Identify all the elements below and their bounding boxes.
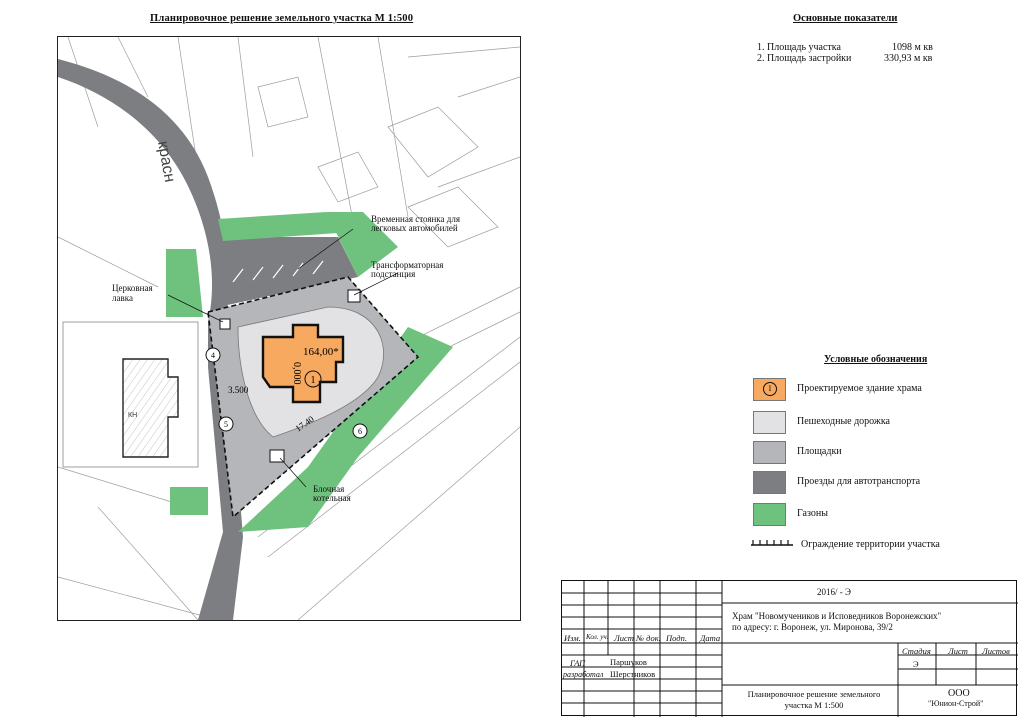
object-address: по адресу: г. Воронеж, ул. Миронова, 39/… xyxy=(732,622,893,632)
role-developer: разработал xyxy=(563,670,604,679)
lawn-north xyxy=(218,212,338,241)
hdr-podp: Подп. xyxy=(666,633,687,643)
hdr-kol: Кол. уч. xyxy=(586,633,609,641)
legend-swatch-roads xyxy=(753,471,786,494)
indicator-building-label: 2. Площадь застройки xyxy=(757,53,852,64)
zero-level-label: 0,000 xyxy=(291,362,302,385)
transformer-label: Трансформаторная подстанция xyxy=(371,260,444,279)
object-name: Храм "Новомучеников и Исповедников Ворон… xyxy=(732,611,942,621)
shop-symbol xyxy=(219,318,231,330)
hdr-sheets: Листов xyxy=(982,646,1010,656)
elevation-label: 164,00* xyxy=(303,346,339,358)
marker-5: 5 xyxy=(224,420,228,429)
legend-swatch-lawns xyxy=(753,503,786,526)
name-developer: Шерстников xyxy=(610,669,656,679)
title-block: 2016/ - Э Храм "Новомучеников и Исповедн… xyxy=(561,580,1018,717)
legend-label-roads: Проезды для автотранспорта xyxy=(797,476,921,487)
dim-left-label: 3.500 xyxy=(228,385,249,395)
indicator-area-label: 1. Площадь участка xyxy=(757,42,841,53)
hdr-date: Дата xyxy=(700,633,721,643)
legend-label-lawns: Газоны xyxy=(797,508,828,519)
hdr-stage: Стадия xyxy=(902,646,931,656)
lawn-west xyxy=(166,249,203,317)
lawn-southwest xyxy=(170,487,208,515)
org-name: "Юнион-Строй" xyxy=(928,699,984,708)
transformer-symbol xyxy=(347,289,361,303)
legend-swatch-walkway xyxy=(753,411,786,434)
parking-label: Временная стоянка для легковых автомобил… xyxy=(371,214,460,233)
sheet-title: Планировочное решение земельного участка… xyxy=(747,689,881,710)
marker-4: 4 xyxy=(211,351,215,360)
legend-swatch-church: I xyxy=(753,378,786,401)
kn-label: КН xyxy=(128,412,137,419)
indicator-area-value: 1098 м кв xyxy=(892,42,933,53)
legend-label-fence: Ограждение территории участка xyxy=(801,539,940,550)
legend-title: Условные обозначения xyxy=(824,354,928,365)
legend-swatch-areas xyxy=(753,441,786,464)
legend-label-walkway: Пешеходные дорожка xyxy=(797,416,890,427)
legend-fence-symbol xyxy=(751,540,793,546)
name-gap: Паршуков xyxy=(610,657,647,667)
legend-label-areas: Площадки xyxy=(797,446,842,457)
building-number: 1 xyxy=(311,375,316,386)
indicator-building-value: 330,93 м кв xyxy=(884,53,933,64)
doc-code: 2016/ - Э xyxy=(817,587,851,597)
hdr-izm: Изм. xyxy=(564,633,581,643)
hdr-list: Лист xyxy=(614,633,634,643)
site-plan-drawing: 1 164,00* 0,000 4 5 6 3.500 17.40 красн … xyxy=(58,37,520,620)
shop-label: Церковная лавка xyxy=(112,283,153,303)
neighbour-building xyxy=(122,358,179,458)
stage-value: Э xyxy=(913,659,919,669)
role-gap: ГАП xyxy=(570,658,586,668)
legend-church-icon: I xyxy=(763,382,777,396)
boiler-label: Блочная котельная xyxy=(313,484,351,503)
hdr-doc: № док. xyxy=(636,633,661,643)
site-plan-map: 1 164,00* 0,000 4 5 6 3.500 17.40 красн … xyxy=(57,36,521,621)
hdr-sheet: Лист xyxy=(948,646,968,656)
marker-6: 6 xyxy=(358,427,362,436)
indicators-title: Основные показатели xyxy=(793,13,898,24)
org-form: ООО xyxy=(948,688,970,699)
legend-label-church: Проектируемое здание храма xyxy=(797,383,922,394)
plan-title: Планировочное решение земельного участка… xyxy=(150,13,414,24)
